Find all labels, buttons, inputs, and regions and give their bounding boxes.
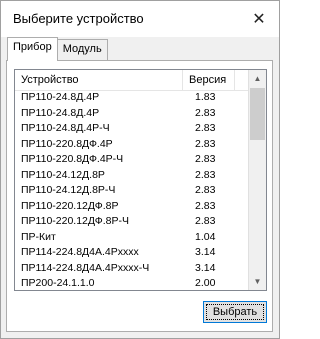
device-version: 2.83 [195,215,216,227]
column-header-device[interactable]: Устройство [15,70,183,90]
device-version: 2.83 [195,199,216,212]
close-icon[interactable]: ✕ [239,1,279,37]
tab-module[interactable]: Модуль [56,39,108,61]
device-name: ПР110-24.8Д.4Р [21,106,100,119]
tab-panel: Устройство Версия ПР110-24.8Д.4Р 1.83 ПР11… [6,60,273,332]
list-item[interactable]: ПР110-220.12ДФ.8Р-Ч 2.83 [15,214,248,230]
list-item[interactable]: ПР110-24.8Д.4Р 2.83 [15,106,248,122]
tab-strip: Прибор Модуль [7,37,108,61]
device-version: 2.83 [195,184,216,196]
device-name: ПР110-220.8ДФ.4Р [21,137,113,150]
select-device-dialog: Выберите устройство ✕ Прибор Модуль Устр… [0,0,280,339]
list-rows: ПР110-24.8Д.4Р 1.83 ПР110-24.8Д.4Р 2.83 ПР11… [15,90,248,290]
scroll-thumb[interactable] [250,88,265,140]
device-name: ПР110-24.12Д.8Р [21,168,105,181]
list-item[interactable]: ПР110-24.8Д.4Р 1.83 [15,90,248,106]
device-name: ПР110-24.8Д.4Р [21,91,100,103]
device-version: 1.83 [195,91,216,103]
list-item[interactable]: ПР200-24.1.1.0 2.00 [15,276,248,290]
device-version: 2.83 [195,137,216,150]
device-name: ПР114-224.8Д4А.4Pxxxx-Ч [21,261,150,274]
list-item[interactable]: ПР110-24.8Д.4Р-Ч 2.83 [15,121,248,137]
column-header-version[interactable]: Версия [183,70,235,90]
device-list: Устройство Версия ПР110-24.8Д.4Р 1.83 ПР11… [14,69,267,291]
select-button[interactable]: Выбрать [203,301,267,323]
scroll-up-icon[interactable]: ▲ [249,70,266,87]
scroll-down-icon[interactable]: ▼ [249,273,266,290]
list-item[interactable]: ПР114-224.8Д4А.4Pxxxx-Ч 3.14 [15,261,248,277]
list-item[interactable]: ПР110-24.12Д.8Р 2.83 [15,168,248,184]
device-name: ПР110-24.12Д.8Р-Ч [21,184,116,196]
device-version: 3.14 [195,246,216,258]
list-item[interactable]: ПР114-224.8Д4А.4Pxxxx 3.14 [15,245,248,261]
list-item[interactable]: ПР110-220.12ДФ.8Р 2.83 [15,199,248,215]
device-name: ПР110-220.12ДФ.8Р [21,199,119,212]
list-item[interactable]: ПР110-220.8ДФ.4Р 2.83 [15,137,248,153]
device-name: ПР-Кит [21,230,56,243]
device-version: 3.14 [195,261,216,274]
dialog-title: Выберите устройство [13,11,144,26]
device-name: ПР114-224.8Д4А.4Pxxxx [21,246,139,258]
device-name: ПР110-220.8ДФ.4Р-Ч [21,153,124,165]
device-version: 2.83 [195,106,216,119]
device-version: 2.83 [195,168,216,181]
list-header: Устройство Версия [15,70,248,91]
tab-device[interactable]: Прибор [7,37,58,61]
device-name: ПР110-220.12ДФ.8Р-Ч [21,215,130,227]
device-version: 1.04 [195,230,216,243]
list-item[interactable]: ПР110-24.12Д.8Р-Ч 2.83 [15,183,248,199]
device-name: ПР110-24.8Д.4Р-Ч [21,122,110,134]
device-version: 2.00 [195,277,216,289]
device-version: 2.83 [195,122,216,134]
device-version: 2.83 [195,153,216,165]
list-item[interactable]: ПР110-220.8ДФ.4Р-Ч 2.83 [15,152,248,168]
list-item[interactable]: ПР-Кит 1.04 [15,230,248,246]
title-bar: Выберите устройство ✕ [1,1,279,37]
vertical-scrollbar[interactable]: ▲ ▼ [248,70,266,290]
focus-rectangle [206,304,264,320]
device-name: ПР200-24.1.1.0 [21,277,95,289]
